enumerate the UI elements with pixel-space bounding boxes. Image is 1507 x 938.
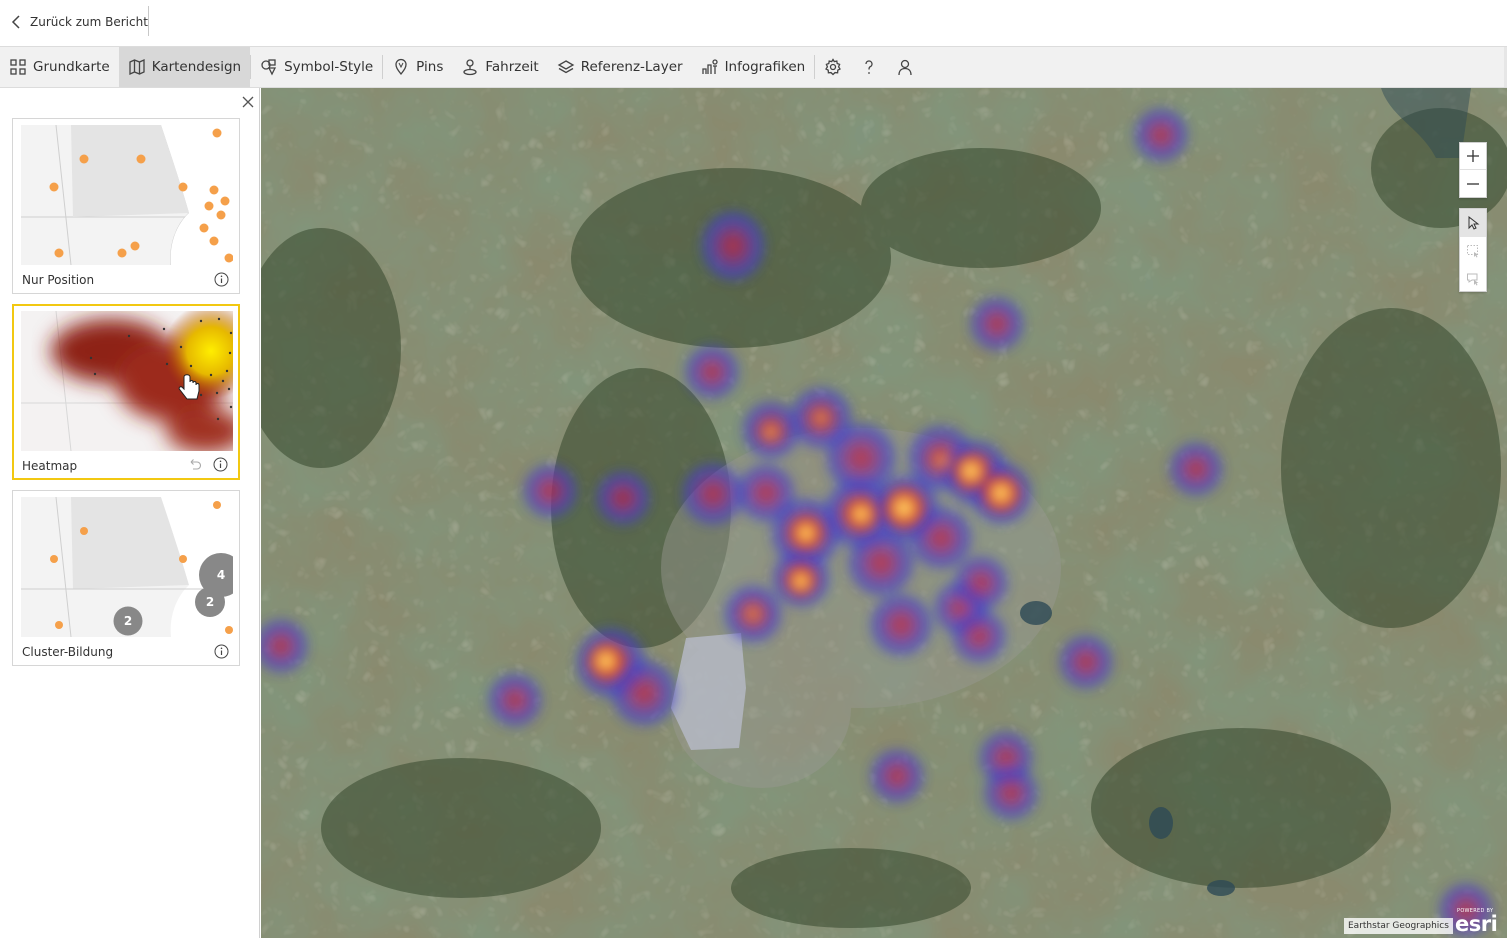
drive-time-icon [463, 59, 478, 76]
cluster-count-2b: 2 [124, 614, 132, 628]
user-icon [898, 59, 912, 76]
zoom-in-button[interactable] [1460, 143, 1486, 170]
account-button[interactable] [887, 47, 923, 87]
zoom-control [1459, 142, 1487, 198]
help-icon [865, 60, 873, 74]
lasso-select-icon [1467, 273, 1479, 286]
lasso-select-button[interactable] [1460, 265, 1486, 293]
tab-symbol-style-label: Symbol-Style [284, 59, 374, 75]
infographic-icon [701, 59, 718, 74]
help-button[interactable] [851, 47, 887, 87]
layers-icon [557, 60, 575, 74]
tab-infografiken[interactable]: Infografiken [692, 47, 815, 87]
back-to-report-button[interactable]: Zurück zum Bericht [10, 10, 148, 34]
info-icon[interactable] [214, 272, 229, 287]
pointer-select-button[interactable] [1460, 209, 1486, 237]
tab-pins[interactable]: Pins [383, 47, 452, 87]
tab-grundkarte-label: Grundkarte [33, 59, 110, 75]
plus-icon [1467, 150, 1479, 162]
map-icon [129, 58, 145, 76]
minus-icon [1467, 182, 1479, 185]
heatmap-thumbnail [21, 311, 233, 451]
top-bar: Zurück zum Bericht [0, 0, 1507, 46]
tab-symbol-style[interactable]: Symbol-Style [251, 47, 382, 87]
style-card-cluster-bildung[interactable]: 4 2 2 Cluster-Bildung [12, 490, 240, 666]
style-card-nur-position[interactable]: Nur Position [12, 118, 240, 294]
nur-position-thumbnail [21, 125, 233, 265]
close-icon[interactable] [240, 94, 256, 110]
undo-icon[interactable] [187, 457, 202, 472]
rectangle-select-button[interactable] [1460, 237, 1486, 265]
back-to-report-label: Zurück zum Bericht [30, 15, 148, 29]
cursor-arrow-icon [1468, 216, 1480, 230]
tab-referenz-layer-label: Referenz-Layer [580, 59, 683, 75]
cluster-bildung-label: Cluster-Bildung [22, 645, 114, 659]
info-icon[interactable] [214, 644, 229, 659]
esri-logo: POWERED BY esri [1451, 908, 1498, 936]
chevron-left-icon [11, 15, 20, 29]
tab-kartendesign[interactable]: Kartendesign [118, 47, 251, 87]
heatmap-label: Heatmap [22, 459, 78, 473]
gear-icon [825, 58, 842, 76]
satellite-heatmap [261, 88, 1507, 938]
map-style-panel: Nur Position Heatmap 4 2 2 Cluster-Bildu… [0, 88, 260, 938]
cluster-count-4: 4 [217, 568, 225, 582]
tab-fahrzeit[interactable]: Fahrzeit [452, 47, 547, 87]
tab-infografiken-label: Infografiken [724, 59, 806, 75]
grid-icon [10, 59, 26, 75]
selection-tools [1459, 208, 1487, 292]
cluster-count-2a: 2 [206, 595, 214, 609]
nur-position-label: Nur Position [22, 273, 95, 287]
settings-button[interactable] [815, 47, 851, 87]
style-card-heatmap[interactable]: Heatmap [12, 304, 240, 480]
tab-referenz-layer[interactable]: Referenz-Layer [548, 47, 692, 87]
pin-icon [395, 58, 407, 76]
tab-kartendesign-label: Kartendesign [151, 59, 242, 75]
rectangle-select-icon [1467, 245, 1479, 258]
map-attribution: Earthstar Geographics [1344, 918, 1453, 934]
tab-grundkarte[interactable]: Grundkarte [0, 47, 119, 87]
cluster-thumbnail: 4 2 2 [21, 497, 233, 637]
esri-brand: esri [1455, 912, 1498, 936]
shapes-icon [261, 59, 277, 76]
top-divider [148, 6, 149, 36]
tab-fahrzeit-label: Fahrzeit [485, 59, 539, 75]
toolbar: Grundkarte Kartendesign Symbol-Style Pin… [0, 46, 1507, 88]
info-icon[interactable] [213, 457, 228, 472]
tab-pins-label: Pins [416, 59, 444, 75]
zoom-out-button[interactable] [1460, 170, 1486, 197]
map-view[interactable]: Earthstar Geographics POWERED BY esri [261, 88, 1507, 938]
